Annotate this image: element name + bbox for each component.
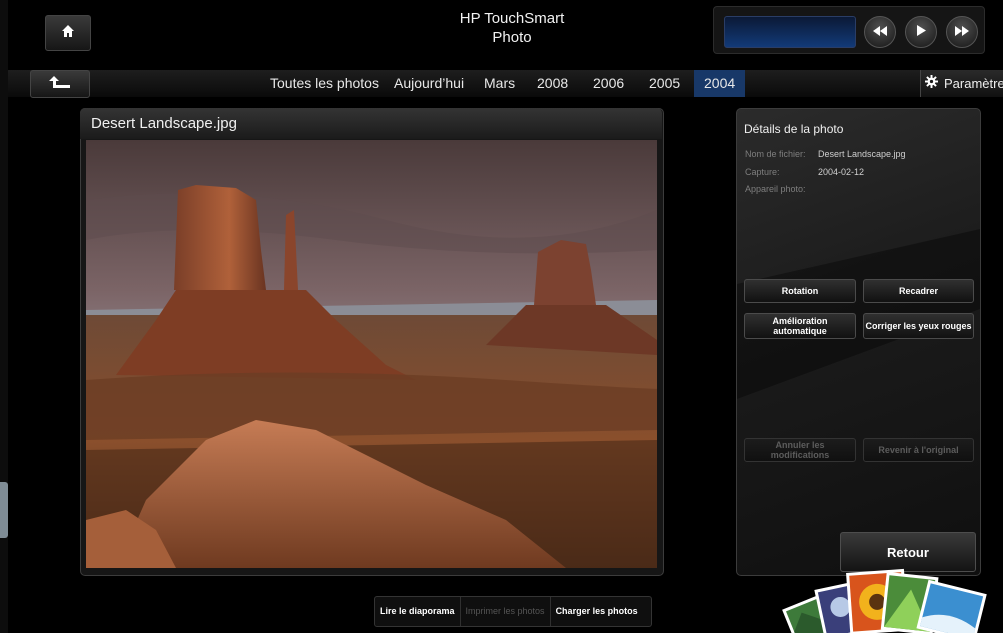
details-panel	[736, 108, 981, 576]
imprimer-photos-button[interactable]: Imprimer les photos	[461, 597, 551, 626]
nav-item-mars[interactable]: Mars	[484, 70, 515, 97]
bottom-action-bar: Lire le diaporama Imprimer les photos Ch…	[374, 596, 652, 627]
amelioration-line2: automatique	[773, 326, 827, 336]
back-button[interactable]	[30, 70, 90, 98]
settings-label: Paramètres	[944, 76, 1003, 91]
amelioration-automatique-button[interactable]: Amélioration automatique	[744, 313, 856, 339]
gear-icon	[925, 70, 938, 97]
nav-item-2008[interactable]: 2008	[537, 70, 568, 97]
revenir-original-button[interactable]: Revenir à l'original	[863, 438, 974, 462]
nav-item-toutes-les-photos[interactable]: Toutes les photos	[270, 70, 379, 97]
filename-value: Desert Landscape.jpg	[818, 149, 906, 159]
photo-stack[interactable]	[780, 565, 1003, 633]
capture-value: 2004-02-12	[818, 167, 865, 177]
left-edge	[0, 0, 8, 633]
details-title: Détails de la photo	[744, 122, 844, 136]
app-title-line2: Photo	[492, 29, 532, 46]
lire-diaporama-button[interactable]: Lire le diaporama	[375, 597, 461, 626]
fast-forward-icon	[955, 23, 969, 41]
nav-item-2004[interactable]: 2004	[694, 70, 746, 97]
annuler-modifications-button[interactable]: Annuler les modifications	[744, 438, 856, 462]
rewind-button[interactable]	[864, 16, 896, 48]
nav-item-aujourdhui[interactable]: Aujourd’hui	[394, 70, 464, 97]
play-button[interactable]	[905, 16, 937, 48]
nav-item-2005[interactable]: 2005	[649, 70, 680, 97]
rewind-icon	[873, 23, 887, 41]
play-icon	[916, 23, 926, 41]
back-arrow-icon	[49, 75, 71, 94]
fast-forward-button[interactable]	[946, 16, 978, 48]
settings-button[interactable]: Paramètres	[920, 70, 1003, 97]
app-title-line1: HP TouchSmart	[459, 10, 565, 27]
rotation-button[interactable]: Rotation	[744, 279, 856, 303]
charger-photos-button[interactable]: Charger les photos	[551, 597, 643, 626]
capture-label: Capture:	[745, 167, 780, 177]
camera-label: Appareil photo:	[745, 184, 806, 194]
photo-title: Desert Landscape.jpg	[80, 108, 662, 139]
media-player	[713, 6, 985, 54]
home-button[interactable]	[45, 15, 91, 51]
media-display	[724, 16, 856, 48]
photo-image[interactable]	[86, 140, 657, 568]
filename-label: Nom de fichier:	[745, 149, 806, 159]
recadrer-button[interactable]: Recadrer	[863, 279, 974, 303]
nav-item-2006[interactable]: 2006	[593, 70, 624, 97]
side-panel-tab[interactable]	[0, 482, 8, 538]
corriger-yeux-rouges-button[interactable]: Corriger les yeux rouges	[863, 313, 974, 339]
app-title: HP TouchSmart Photo	[412, 9, 612, 47]
home-icon	[61, 24, 75, 43]
amelioration-line1: Amélioration	[772, 316, 828, 326]
